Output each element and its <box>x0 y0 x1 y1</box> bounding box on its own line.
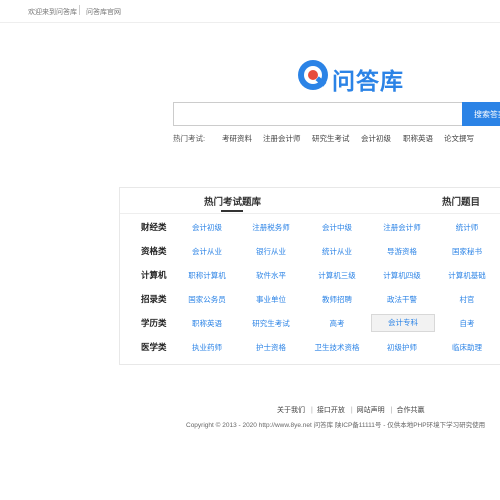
hot-search-label: 热门考试: <box>173 134 206 143</box>
footer-divider: | <box>350 407 353 414</box>
exam-link[interactable]: 导游资格 <box>371 246 433 257</box>
footer-link-statement[interactable]: 网站声明 <box>357 407 385 414</box>
top-bar-divider <box>79 5 80 15</box>
category-row-qualification: 资格类 会计从业 银行从业 统计从业 导游资格 国家秘书 <box>120 239 500 263</box>
exam-link[interactable]: 注册会计师 <box>371 222 433 233</box>
hot-keyword[interactable]: 论文撰写 <box>444 133 474 144</box>
category-name: 招录类 <box>141 294 167 304</box>
category-row-medical: 医学类 执业药师 护士资格 卫生技术资格 初级护师 临床助理 <box>120 335 500 359</box>
category-name: 计算机 <box>141 270 167 280</box>
footer-link-about[interactable]: 关于我们 <box>277 407 305 414</box>
hot-keyword[interactable]: 职称英语 <box>403 133 433 144</box>
category-row-education: 学历类 职称英语 研究生考试 高考 会计专科 自考 <box>120 311 500 335</box>
exam-link[interactable]: 注册税务师 <box>240 222 302 233</box>
exam-link[interactable]: 会计中级 <box>306 222 368 233</box>
top-bar: 欢迎来到问答库 问答库官网 <box>0 0 500 23</box>
exam-panel: 热门考试题库 热门题目 财经类 会计初级 注册税务师 会计中级 注册会计师 统计… <box>119 187 500 365</box>
exam-link[interactable]: 事业单位 <box>240 294 302 305</box>
footer-link-cooperation[interactable]: 合作共赢 <box>396 407 424 414</box>
exam-link[interactable]: 计算机四级 <box>371 270 433 281</box>
hot-keyword[interactable]: 研究生考试 <box>312 133 350 144</box>
logo-name: 问答库 <box>332 68 404 94</box>
copyright-text: Copyright © 2013 - 2020 http://www.8ye.n… <box>186 422 486 429</box>
tab-hot-exams[interactable]: 热门考试题库 <box>204 194 261 208</box>
exam-link[interactable]: 国家秘书 <box>436 246 498 257</box>
exam-link[interactable]: 会计初级 <box>176 222 238 233</box>
footer-divider: | <box>311 407 313 414</box>
exam-link[interactable]: 高考 <box>306 318 368 329</box>
active-tab-indicator <box>221 210 243 212</box>
hot-keyword[interactable]: 注册会计师 <box>263 133 301 144</box>
tab-divider <box>120 213 500 214</box>
hot-keyword[interactable]: 会计初级 <box>361 133 391 144</box>
footer-links: 关于我们 | 接口开放 | 网站声明 | 合作共赢 <box>277 405 426 415</box>
category-row-finance: 财经类 会计初级 注册税务师 会计中级 注册会计师 统计师 <box>120 215 500 239</box>
category-name: 学历类 <box>141 318 167 328</box>
exam-link[interactable]: 会计从业 <box>176 246 238 257</box>
exam-link-active[interactable]: 会计专科 <box>371 314 435 332</box>
exam-link[interactable]: 护士资格 <box>240 342 302 353</box>
tab-hot-questions[interactable]: 热门题目 <box>442 194 480 208</box>
exam-link[interactable]: 自考 <box>436 318 498 329</box>
exam-link[interactable]: 研究生考试 <box>240 318 302 329</box>
category-name: 资格类 <box>141 246 167 256</box>
exam-link[interactable]: 初级护师 <box>371 342 433 353</box>
official-site-link[interactable]: 问答库官网 <box>86 7 121 17</box>
search-button[interactable]: 搜索答案 <box>462 102 500 126</box>
category-name: 财经类 <box>141 222 167 232</box>
exam-link[interactable]: 计算机基础 <box>436 270 498 281</box>
exam-link[interactable]: 计算机三级 <box>306 270 368 281</box>
exam-link[interactable]: 教师招聘 <box>306 294 368 305</box>
exam-link[interactable]: 村官 <box>436 294 498 305</box>
exam-link[interactable]: 卫生技术资格 <box>306 342 368 353</box>
category-row-computer: 计算机 职称计算机 软件水平 计算机三级 计算机四级 计算机基础 <box>120 263 500 287</box>
category-name: 医学类 <box>141 342 167 352</box>
welcome-text: 欢迎来到问答库 <box>28 9 77 16</box>
exam-link[interactable]: 临床助理 <box>436 342 498 353</box>
exam-link[interactable]: 执业药师 <box>176 342 238 353</box>
footer-divider: | <box>390 407 393 414</box>
category-row-recruitment: 招录类 国家公务员 事业单位 教师招聘 政法干警 村官 <box>120 287 500 311</box>
exam-link[interactable]: 软件水平 <box>240 270 302 281</box>
exam-link[interactable]: 统计师 <box>436 222 498 233</box>
exam-link[interactable]: 政法干警 <box>371 294 433 305</box>
exam-link[interactable]: 银行从业 <box>240 246 302 257</box>
exam-link[interactable]: 职称计算机 <box>176 270 238 281</box>
hot-keyword[interactable]: 考研资料 <box>222 133 252 144</box>
exam-link[interactable]: 统计从业 <box>306 246 368 257</box>
footer-link-api[interactable]: 接口开放 <box>317 407 345 414</box>
exam-link[interactable]: 国家公务员 <box>176 294 238 305</box>
search-input[interactable] <box>173 102 468 126</box>
exam-link[interactable]: 职称英语 <box>176 318 238 329</box>
